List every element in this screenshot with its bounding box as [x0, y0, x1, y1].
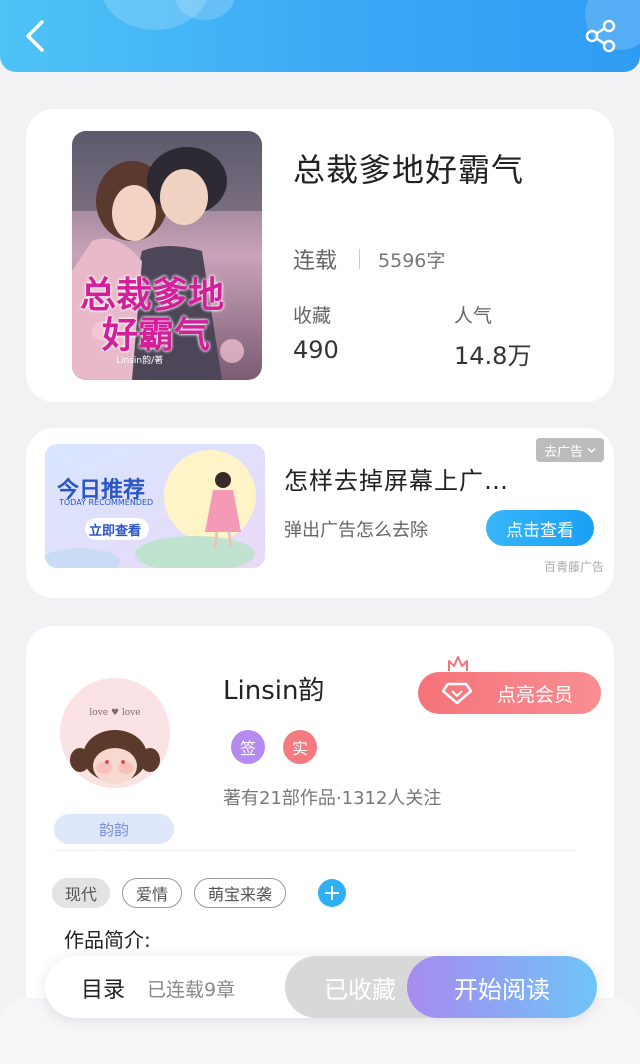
book-cover[interactable]: 总裁爹地 好霸气 Linsin韵/著 [72, 131, 262, 380]
tag-list: 现代 爱情 萌宝来袭 + [52, 878, 347, 908]
back-button[interactable] [20, 18, 52, 54]
cover-title: 总裁爹地 好霸气 [80, 274, 225, 356]
share-icon [585, 19, 616, 53]
header-bar [0, 0, 640, 72]
add-tag-button[interactable]: + [318, 879, 347, 907]
ad-title: 怎样去掉屏幕上广… [284, 467, 509, 495]
author-name[interactable]: Linsin韵 [223, 670, 324, 707]
verified-badge: 实 [283, 730, 317, 764]
start-reading-label: 开始阅读 [454, 975, 550, 1004]
book-title: 总裁爹地好霸气 [293, 151, 525, 189]
chevron-left-icon [26, 20, 44, 52]
popularity-value: 14.8万 [454, 342, 532, 370]
avatar-caption: love ♥ love [89, 708, 141, 718]
author-stats: 著有21部作品·1312人关注 [223, 788, 442, 809]
avatar-name-tag: 韵韵 [54, 814, 174, 844]
book-status-row: 连载 5596字 [293, 243, 445, 275]
ad-cta-button[interactable]: 点击查看 [486, 510, 594, 546]
signed-badge: 签 [231, 730, 265, 764]
ad-source: 百青藤广告 [543, 560, 604, 574]
book-info-card: 总裁爹地 好霸气 Linsin韵/著 总裁爹地好霸气 连载 5596字 收藏 4… [26, 109, 614, 402]
ad-banner-subtitle: TODAY RECOMMENDED [59, 498, 154, 507]
crown-icon [448, 656, 468, 671]
share-button[interactable] [584, 18, 618, 54]
divider [359, 249, 361, 269]
word-count: 5596字 [378, 249, 446, 272]
ad-banner-image[interactable]: 今日推荐 TODAY RECOMMENDED 立即查看 [45, 444, 265, 568]
tag-item[interactable]: 爱情 [122, 878, 183, 908]
remove-ad-label: 去广告 [543, 444, 583, 460]
ad-card[interactable]: 今日推荐 TODAY RECOMMENDED 立即查看 怎样去掉屏幕上广… 弹出… [26, 428, 614, 598]
chapter-count: 已连载9章 [147, 979, 236, 1001]
toc-button[interactable]: 目录 [81, 972, 125, 1004]
bottom-action-bar: 目录 已连载9章 已收藏 开始阅读 [45, 956, 597, 1018]
serial-status: 连载 [293, 249, 338, 274]
divider [54, 850, 576, 851]
favorites-stat: 收藏 490 [293, 301, 339, 364]
start-reading-button[interactable]: 开始阅读 [407, 956, 597, 1018]
diamond-icon [442, 682, 472, 704]
tag-item[interactable]: 萌宝来袭 [194, 878, 287, 908]
chevron-down-icon [587, 447, 596, 453]
popularity-label: 人气 [454, 305, 493, 327]
favorites-value: 490 [293, 336, 339, 364]
remove-ad-button[interactable]: 去广告 [535, 438, 604, 462]
tag-item[interactable]: 现代 [52, 878, 111, 908]
author-avatar[interactable]: love ♥ love [60, 678, 170, 788]
vip-button[interactable]: 点亮会员 [418, 672, 601, 714]
intro-label: 作品简介: [64, 928, 151, 952]
ad-banner-button: 立即查看 [88, 524, 141, 539]
favorites-label: 收藏 [293, 305, 332, 327]
collected-label: 已收藏 [324, 975, 396, 1004]
vip-button-label: 点亮会员 [496, 683, 573, 706]
popularity-stat: 人气 14.8万 [454, 301, 531, 371]
ad-subtitle: 弹出广告怎么去除 [284, 520, 428, 541]
cover-author: Linsin韵/著 [116, 356, 164, 366]
